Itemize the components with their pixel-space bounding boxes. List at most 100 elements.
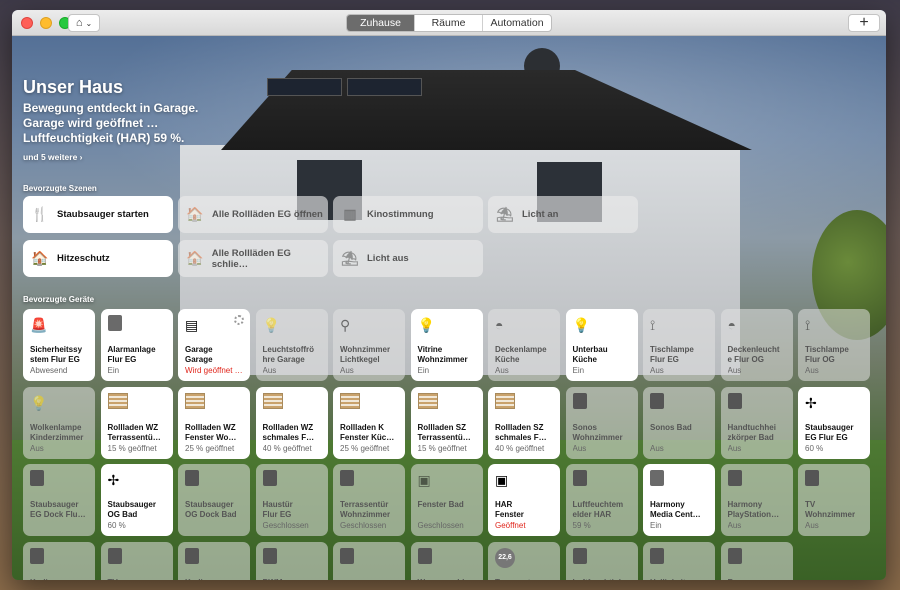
device-tile[interactable]: Luftfeuchtem elder HAR 59 % xyxy=(565,464,638,536)
device-tile[interactable]: Alarmanlage Flur EG Ein xyxy=(100,309,173,381)
device-name: Harmony Media Cent… xyxy=(650,500,711,520)
device-tile[interactable]: Rollladen SZ schmales F… 40 % geöffnet xyxy=(488,386,560,459)
device-name: Rollladen SZ Terrassentü… xyxy=(418,423,479,443)
device-status: Wird geöffnet … xyxy=(185,366,243,375)
device-tile[interactable]: ▣ Fenster Bad Geschlossen xyxy=(410,464,483,536)
scene-button[interactable]: ▥ Kinostimmung xyxy=(333,196,483,233)
device-name-line: Temperatur xyxy=(495,578,556,581)
device-name: Wassermelde xyxy=(418,578,479,581)
more-status-link[interactable]: und 5 weitere › xyxy=(23,152,83,162)
device-tile[interactable]: ⟟ Tischlampe Flur EG Aus xyxy=(643,309,715,381)
device-tile[interactable]: Sonos Bad Aus xyxy=(643,386,715,459)
device-tile[interactable]: ▣ HAR Fenster Geöffnet xyxy=(488,464,560,536)
sensor-icon xyxy=(572,547,593,568)
device-tile[interactable]: Sonos Wohnzimmer Aus xyxy=(565,386,638,459)
scene-button[interactable]: ⛱ Licht aus xyxy=(333,240,483,277)
device-tile[interactable]: ✢ Staubsauger OG Bad 60 % xyxy=(100,464,173,536)
device-tile[interactable]: Rollladen WZ schmales F… 40 % geöffnet xyxy=(255,386,328,459)
blinds-icon xyxy=(340,392,360,413)
device-status: 40 % geöffnet xyxy=(495,443,545,453)
device-tile[interactable]: Staubsauger OG Dock Bad xyxy=(178,464,250,536)
device-status: Abwesend xyxy=(30,366,68,375)
device-tile[interactable]: 💡 Leuchtstoffrö hre Garage Aus xyxy=(255,309,328,381)
device-tile[interactable]: ✢ Staubsauger EG Flur EG 60 % xyxy=(798,386,870,459)
device-status: Aus xyxy=(727,443,742,453)
device-tile[interactable]: Handtuchhei zkörper Bad Aus xyxy=(720,386,793,459)
page-title: Unser Haus xyxy=(23,77,124,97)
device-name-line: Terrassentü… xyxy=(107,432,161,442)
device-status: 60 % xyxy=(107,521,126,530)
device-name-line: HAR xyxy=(495,500,513,509)
device-tile[interactable]: Haustür Flur EG Geschlossen xyxy=(255,464,328,536)
device-tile[interactable]: Staubsauger EG Dock Flu… xyxy=(23,464,95,536)
tab-automation[interactable]: Automation xyxy=(483,15,551,31)
device-name-line: Kodi xyxy=(30,578,91,581)
add-button[interactable]: + xyxy=(848,14,880,32)
desk-lamp-icon: ⚲ xyxy=(340,317,351,333)
device-tile[interactable]: Rollladen WZ Terrassentü… 15 % geöffnet xyxy=(100,386,173,459)
scene-button[interactable]: 🏠 Hitzeschutz xyxy=(23,240,173,277)
device-tile[interactable]: Rollladen SZ Terrassentü… 15 % geöffnet xyxy=(410,386,483,459)
device-tile[interactable]: TV xyxy=(100,541,173,581)
device-tile[interactable]: Harmony Media Cent… Ein xyxy=(643,464,715,536)
device-status: Aus xyxy=(805,521,819,530)
device-name-line: Regensensor xyxy=(728,578,789,581)
speaker-icon xyxy=(650,392,670,413)
device-tile[interactable]: ◓ Deckenleucht e Flur OG Aus xyxy=(720,309,793,381)
device-name-line: Deckenlampe xyxy=(495,345,547,354)
device-name-line: Lichtkegel xyxy=(340,355,380,364)
scene-button[interactable]: ⛱ Licht an xyxy=(488,196,638,233)
tab-zuhause[interactable]: Zuhause xyxy=(347,15,415,31)
device-tile[interactable]: Wassermelde xyxy=(410,541,483,581)
device-status: Aus xyxy=(572,443,587,453)
device-tile[interactable]: Kodi xyxy=(178,541,250,580)
device-tile[interactable]: 💡 Vitrine Wohnzimmer Ein xyxy=(410,309,483,381)
view-segmented-control: Zuhause Räume Automation xyxy=(346,14,552,32)
device-tile[interactable]: Terrassentür Wohnzimmer Geschlossen xyxy=(333,464,405,536)
close-window-button[interactable] xyxy=(21,17,33,29)
device-name-line: Kinderzimmer xyxy=(30,432,84,442)
scene-label: Licht aus xyxy=(367,253,409,264)
device-name-line: Flur EG xyxy=(650,355,679,364)
device-tile[interactable]: BWM xyxy=(255,541,328,581)
device-tile[interactable]: Rollladen WZ Fenster Wo… 25 % geöffnet xyxy=(178,386,250,459)
device-name: Staubsauger EG Flur EG xyxy=(805,423,866,443)
tab-raeume[interactable]: Räume xyxy=(415,15,483,31)
device-name: BWM xyxy=(263,578,324,581)
home-selector-button[interactable]: ⌂ ⌄ xyxy=(68,14,100,32)
house-sun-icon: 🏠 xyxy=(31,250,49,266)
device-tile[interactable]: Kodi xyxy=(23,541,95,581)
status-summary: Bewegung entdeckt in Garage. Garage wird… xyxy=(23,101,198,146)
device-name: Regensensor xyxy=(728,578,789,581)
minimize-window-button[interactable] xyxy=(40,17,52,29)
title-bar: ⌂ ⌄ Zuhause Räume Automation + xyxy=(12,10,886,36)
device-name-line: Fenster Wo… xyxy=(185,432,237,442)
bulb-icon: 💡 xyxy=(417,317,435,333)
device-name: Leuchtstoffrö hre Garage xyxy=(263,345,324,365)
device-name-line: BWM xyxy=(263,578,324,581)
device-name-line: Terrassentü… xyxy=(417,432,471,442)
device-tile[interactable]: Harmony PlayStation… Aus xyxy=(720,464,793,536)
scene-button[interactable]: 🍴 Staubsauger starten xyxy=(23,196,173,233)
device-tile[interactable]: 💡 Unterbau Küche Ein xyxy=(565,309,638,381)
device-tile[interactable]: ▤ Garage Garage Wird geöffnet … xyxy=(178,309,250,381)
device-tile[interactable]: Regensensor xyxy=(720,541,793,581)
device-name-line: TV xyxy=(108,578,169,581)
device-tile[interactable]: Rollladen K Fenster Küc… 25 % geöffnet xyxy=(333,386,405,459)
scene-button[interactable]: 🏠 Alle Rollläden EG öffnen xyxy=(178,196,328,233)
device-tile[interactable]: ◓ Deckenlampe Küche Aus xyxy=(488,309,560,381)
device-status: 25 % geöffnet xyxy=(340,443,390,453)
device-tile[interactable] xyxy=(333,541,405,580)
device-tile[interactable]: 🚨 Sicherheitssy stem Flur EG Abwesend xyxy=(23,309,95,381)
device-tile[interactable]: Luftfeuchtigk xyxy=(565,541,638,580)
scene-button[interactable]: 🏠 Alle Rollläden EG schlie… xyxy=(178,240,328,277)
device-name-line: Wohnzimmer xyxy=(572,432,623,442)
device-tile[interactable]: ⟟ Tischlampe Flur OG Aus xyxy=(798,309,870,381)
device-name: Rollladen WZ schmales F… xyxy=(263,423,324,443)
device-status: Ein xyxy=(107,366,120,375)
device-tile[interactable]: Helligkeit xyxy=(643,541,715,580)
device-tile[interactable]: 💡 Wolkenlampe Kinderzimmer Aus xyxy=(23,386,95,459)
device-tile[interactable]: TV Wohnzimmer Aus xyxy=(798,464,870,536)
device-tile[interactable]: ⚲ Wohnzimmer Lichtkegel Aus xyxy=(333,309,405,381)
device-tile[interactable]: 22,6 Temperatur xyxy=(488,541,560,581)
